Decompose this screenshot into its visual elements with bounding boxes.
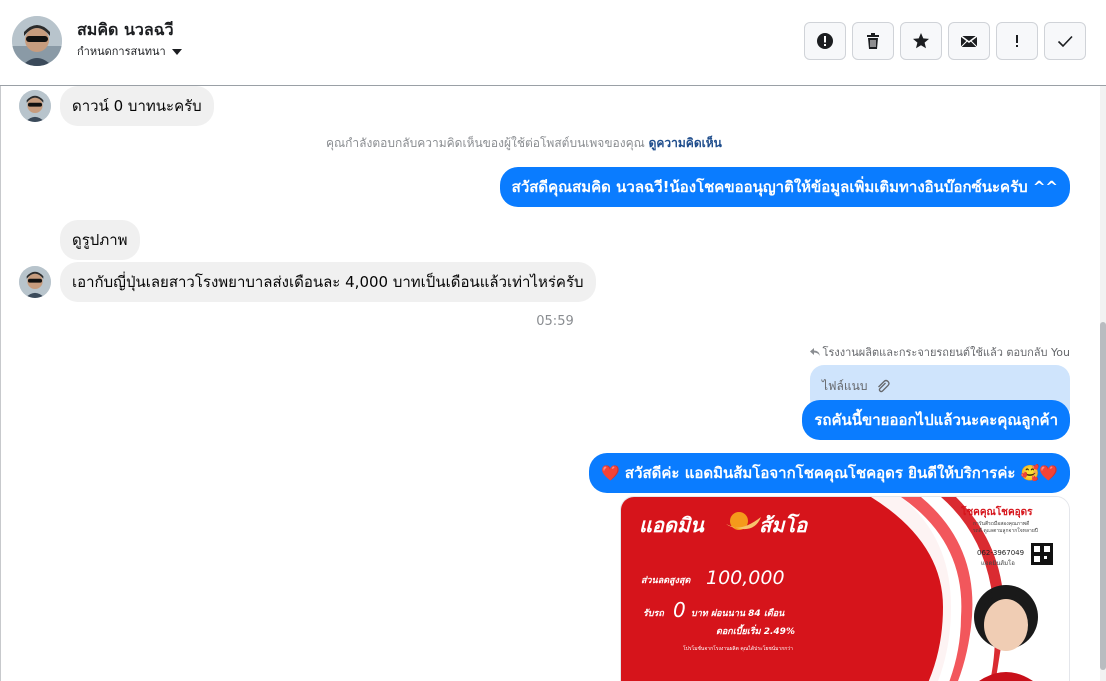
mark-spam-button[interactable] bbox=[804, 22, 846, 60]
delete-button[interactable] bbox=[852, 22, 894, 60]
contact-avatar[interactable] bbox=[12, 16, 62, 66]
contact-name[interactable]: สมคิด นวลฉวี bbox=[77, 18, 174, 43]
promo-brand-part2: ส้มโอ bbox=[759, 513, 808, 537]
message-row: ดูรูปภาพ bbox=[60, 220, 140, 260]
sender-avatar[interactable] bbox=[19, 266, 51, 298]
promo-company: โชคคุณโชคอุดร bbox=[960, 505, 1033, 518]
outgoing-message[interactable]: รถคันนี้ขายออกไปแล้วนะคะคุณลูกค้า bbox=[802, 400, 1070, 440]
promo-phone: 062-3967049 bbox=[977, 549, 1024, 557]
promo-down-value: 0 bbox=[673, 598, 686, 622]
reply-arrow-icon bbox=[809, 348, 820, 356]
promo-image-attachment[interactable]: แอดมิน ส้มโอ โชคคุณโชคอุดร การันตีรถมือส… bbox=[620, 496, 1070, 681]
chat-scrollbar-thumb[interactable] bbox=[1100, 322, 1106, 670]
message-row: ดาวน์ 0 บาทนะครับ bbox=[19, 86, 214, 126]
promo-discount-value: 100,000 bbox=[706, 567, 785, 589]
exclamation-icon bbox=[1016, 35, 1018, 47]
reply-to-note: โรงงานผลิตและกระจายรถยนต์ใช้แล้ว ตอบกลับ… bbox=[809, 343, 1070, 361]
promo-down-label: รับรถ bbox=[643, 608, 664, 619]
conversation-header: สมคิด นวลฉวี กำหนดการสนทนา bbox=[0, 0, 1106, 86]
attachment-label: ไฟล์แนบ bbox=[822, 379, 868, 393]
incoming-message[interactable]: ดาวน์ 0 บาทนะครับ bbox=[60, 86, 214, 126]
view-comment-link[interactable]: ดูความคิดเห็น bbox=[649, 136, 722, 150]
promo-image: แอดมิน ส้มโอ โชคคุณโชคอุดร การันตีรถมือส… bbox=[621, 497, 1069, 681]
mark-unread-button[interactable] bbox=[948, 22, 990, 60]
comment-reply-note: คุณกำลังตอบกลับความคิดเห็นของผู้ใช้ต่อโพ… bbox=[326, 134, 722, 153]
star-button[interactable] bbox=[900, 22, 942, 60]
caret-down-icon bbox=[171, 48, 182, 55]
reply-to-text: โรงงานผลิตและกระจายรถยนต์ใช้แล้ว ตอบกลับ… bbox=[822, 346, 1070, 359]
incoming-message[interactable]: ดูรูปภาพ bbox=[60, 220, 140, 260]
assign-label: กำหนดการสนทนา bbox=[77, 45, 166, 58]
promo-brand-part1: แอดมิน bbox=[639, 513, 705, 537]
message-thread[interactable]: ดาวน์ 0 บาทนะครับ คุณกำลังตอบกลับความคิด… bbox=[0, 86, 1100, 681]
reply-note-text: คุณกำลังตอบกลับความคิดเห็นของผู้ใช้ต่อโพ… bbox=[326, 136, 645, 150]
promo-admin-tag: แอดมินส้มโอ bbox=[981, 559, 1015, 567]
promo-discount-label: ส่วนลดสูงสุด bbox=[641, 575, 691, 586]
promo-company-sub1: การันตีรถมือสองคุณภาพดี bbox=[973, 520, 1029, 527]
incoming-message[interactable]: เอากับญี่ปุ่นเลยสาวโรงพยาบาลส่งเดือนละ 4… bbox=[60, 262, 596, 302]
sender-avatar[interactable] bbox=[19, 90, 51, 122]
envelope-icon bbox=[960, 35, 978, 48]
paperclip-icon bbox=[878, 379, 891, 392]
follow-up-button[interactable] bbox=[996, 22, 1038, 60]
check-icon bbox=[1057, 35, 1073, 48]
outgoing-message[interactable]: สวัสดีคุณสมคิด นวลฉวี!น้องโชคขออนุญาติให… bbox=[499, 167, 1070, 207]
message-timestamp: 05:59 bbox=[536, 314, 574, 329]
assign-conversation-dropdown[interactable]: กำหนดการสนทนา bbox=[77, 42, 182, 60]
promo-company-sub2: รถดี ดูแลตามลูกจากใจหลายปี bbox=[973, 527, 1038, 534]
action-toolbar bbox=[804, 22, 1086, 60]
trash-icon bbox=[867, 33, 879, 49]
mark-done-button[interactable] bbox=[1044, 22, 1086, 60]
attachment-label-row: ไฟล์แนบ bbox=[822, 377, 891, 396]
promo-installment: บาท ผ่อนนาน 84 เดือน bbox=[691, 608, 785, 619]
message-row: เอากับญี่ปุ่นเลยสาวโรงพยาบาลส่งเดือนละ 4… bbox=[19, 262, 596, 302]
alert-icon bbox=[817, 33, 833, 49]
outgoing-message[interactable]: ❤️ สวัสดีค่ะ แอดมินส้มโอจากโชคคุณโชคอุดร… bbox=[589, 453, 1070, 493]
promo-footnote: โปรโมชั่นจากโรงงานผลิต คุณได้ประโยชน์มาก… bbox=[683, 645, 793, 652]
star-icon bbox=[913, 33, 929, 49]
